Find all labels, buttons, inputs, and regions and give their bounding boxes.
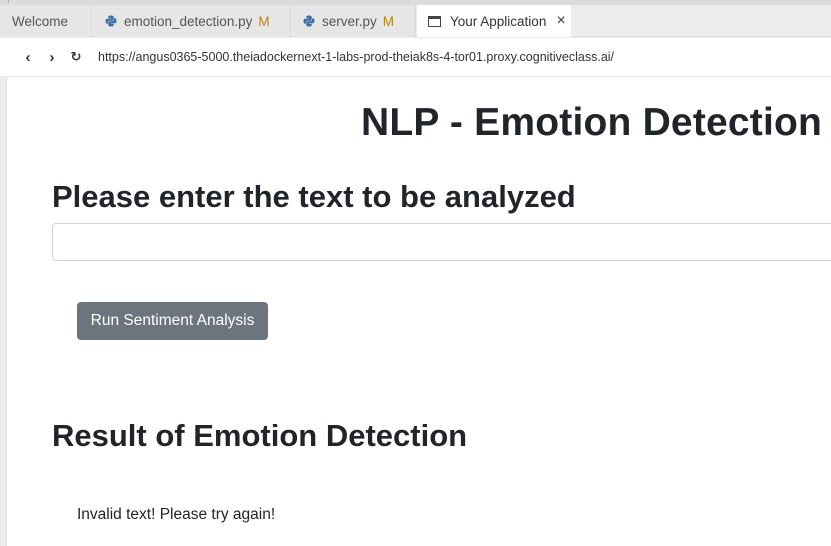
browser-window-icon xyxy=(428,15,441,27)
tab-server-py[interactable]: server.py M xyxy=(292,5,416,37)
run-sentiment-analysis-button[interactable]: Run Sentiment Analysis xyxy=(77,302,268,340)
tab-label: emotion_detection.py xyxy=(124,13,253,29)
tab-welcome[interactable]: Welcome xyxy=(0,5,92,37)
result-text: Invalid text! Please try again! xyxy=(77,506,276,523)
tab-label: Welcome xyxy=(12,13,69,29)
url-field[interactable]: https://angus0365-5000.theiadockernext-1… xyxy=(98,50,614,64)
reload-button[interactable]: ↻ xyxy=(64,49,88,65)
browser-nav-bar: ‹ › ↻ https://angus0365-5000.theiadocker… xyxy=(0,38,831,76)
python-file-icon xyxy=(105,15,117,27)
window-edge-mark xyxy=(8,0,9,3)
tab-label: server.py xyxy=(322,13,377,29)
back-button[interactable]: ‹ xyxy=(16,49,40,66)
tab-your-application[interactable]: Your Application × xyxy=(417,5,571,37)
close-icon[interactable]: × xyxy=(556,13,565,29)
text-to-analyze-input[interactable] xyxy=(52,223,831,261)
python-file-icon xyxy=(303,15,315,27)
editor-tab-bar: Welcome emotion_detection.py M server.py… xyxy=(0,5,831,37)
application-page: NLP - Emotion Detection Please enter the… xyxy=(6,76,831,546)
forward-button[interactable]: › xyxy=(40,49,64,66)
modified-indicator: M xyxy=(258,13,270,29)
tab-emotion-detection-py[interactable]: emotion_detection.py M xyxy=(93,5,291,37)
result-heading: Result of Emotion Detection xyxy=(52,418,468,453)
prompt-heading: Please enter the text to be analyzed xyxy=(52,179,576,214)
tab-label: Your Application xyxy=(450,13,547,29)
page-title: NLP - Emotion Detection xyxy=(361,101,823,144)
modified-indicator: M xyxy=(382,13,395,29)
